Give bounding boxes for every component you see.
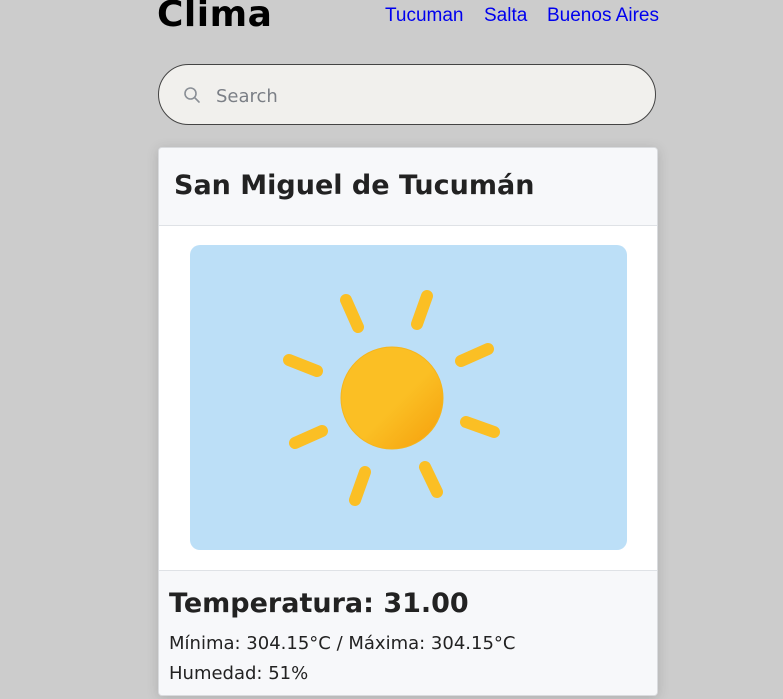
temperature-text: Temperatura: 31.00 — [169, 588, 469, 619]
nav-link-buenos-aires[interactable]: Buenos Aires — [547, 5, 659, 27]
humidity-text: Humedad: 51% — [169, 663, 309, 684]
search-icon — [184, 87, 200, 103]
nav-link-salta[interactable]: Salta — [484, 5, 527, 27]
app-title: Clima — [157, 0, 273, 35]
card-header: San Miguel de Tucumán — [159, 148, 657, 226]
search-input[interactable] — [214, 79, 638, 113]
weather-image — [190, 245, 627, 550]
search-bar[interactable] — [158, 64, 656, 125]
card-footer: Temperatura: 31.00 Mínima: 304.15°C / Má… — [159, 570, 657, 695]
city-name: San Miguel de Tucumán — [174, 170, 535, 201]
weather-card: San Miguel de Tucumán Temperatura: 31.00… — [158, 147, 658, 696]
sun-icon — [283, 290, 500, 506]
min-max-text: Mínima: 304.15°C / Máxima: 304.15°C — [169, 633, 516, 654]
nav-link-tucuman[interactable]: Tucuman — [385, 5, 464, 27]
